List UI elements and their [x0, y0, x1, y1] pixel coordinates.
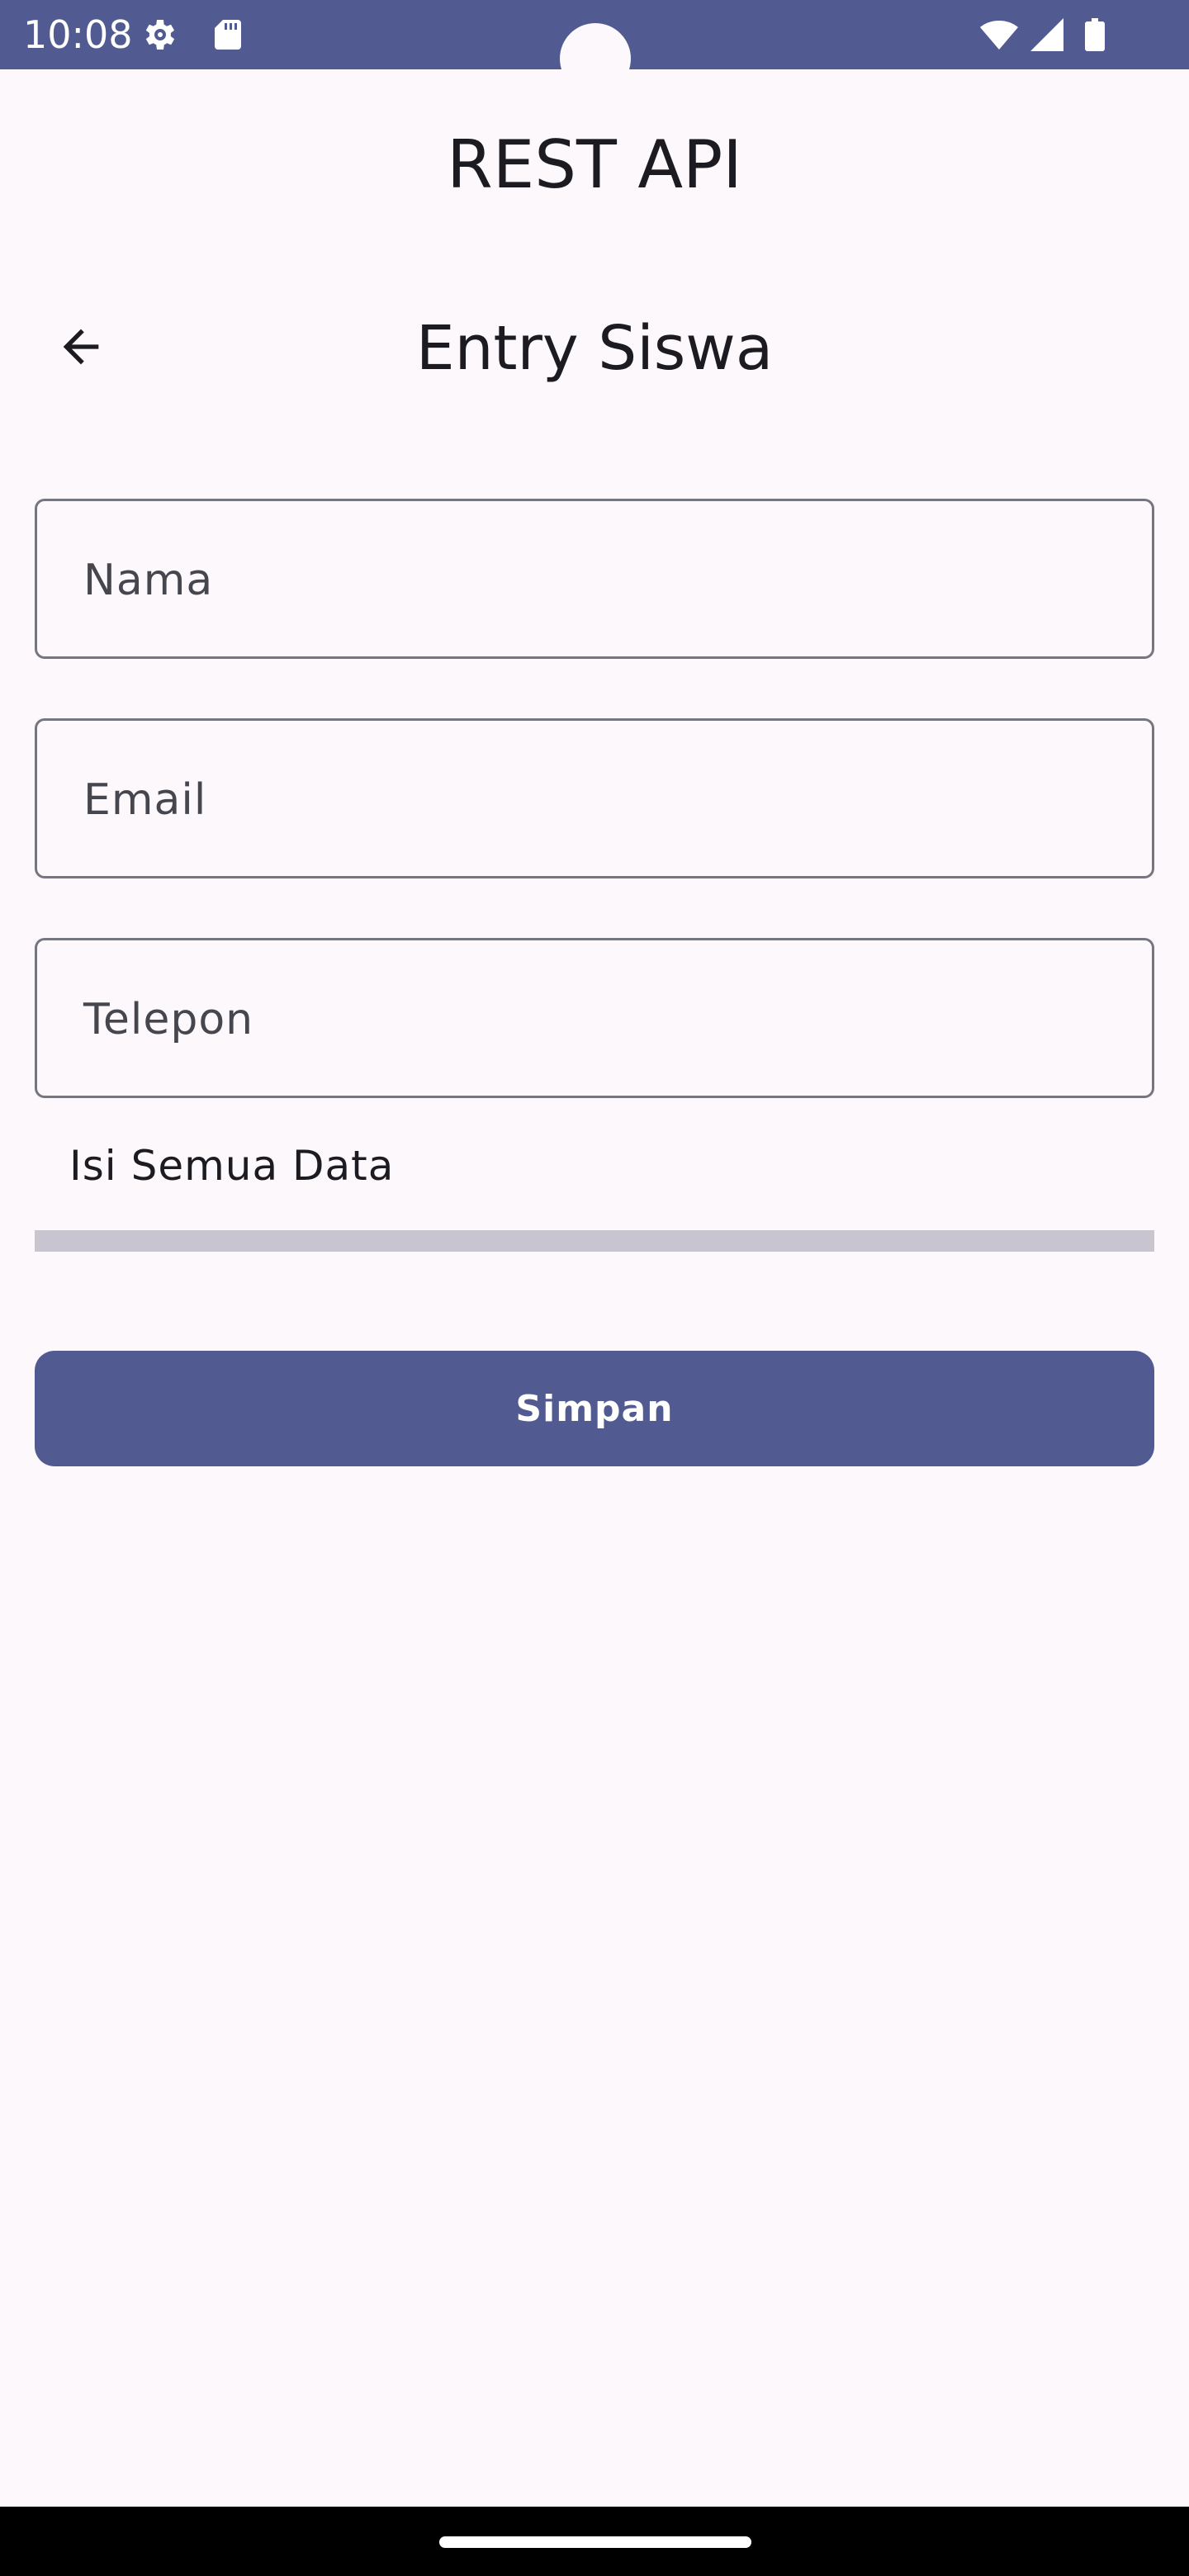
sd-card-icon — [208, 15, 248, 54]
battery-icon — [1075, 15, 1115, 54]
app-screen: 10:08 REST API Entry Siswa Nama Email Te… — [0, 0, 1189, 2576]
email-field[interactable]: Email — [35, 718, 1154, 878]
save-button[interactable]: Simpan — [35, 1351, 1154, 1466]
nama-placeholder: Nama — [83, 556, 214, 605]
nama-field[interactable]: Nama — [35, 499, 1154, 659]
email-placeholder: Email — [83, 775, 207, 825]
app-title: REST API — [447, 126, 742, 203]
screen-title: Entry Siswa — [415, 313, 774, 384]
home-indicator[interactable] — [439, 2536, 751, 2548]
status-time: 10:08 — [23, 12, 133, 57]
camera-cutout — [560, 23, 631, 94]
helper-text: Isi Semua Data — [69, 1142, 395, 1190]
settings-gear-icon — [140, 15, 180, 54]
telepon-placeholder: Telepon — [83, 995, 254, 1044]
telepon-field[interactable]: Telepon — [35, 938, 1154, 1098]
signal-icon — [1027, 15, 1067, 54]
wifi-icon — [979, 15, 1019, 54]
navigation-bar — [0, 2507, 1189, 2576]
divider — [35, 1230, 1154, 1252]
